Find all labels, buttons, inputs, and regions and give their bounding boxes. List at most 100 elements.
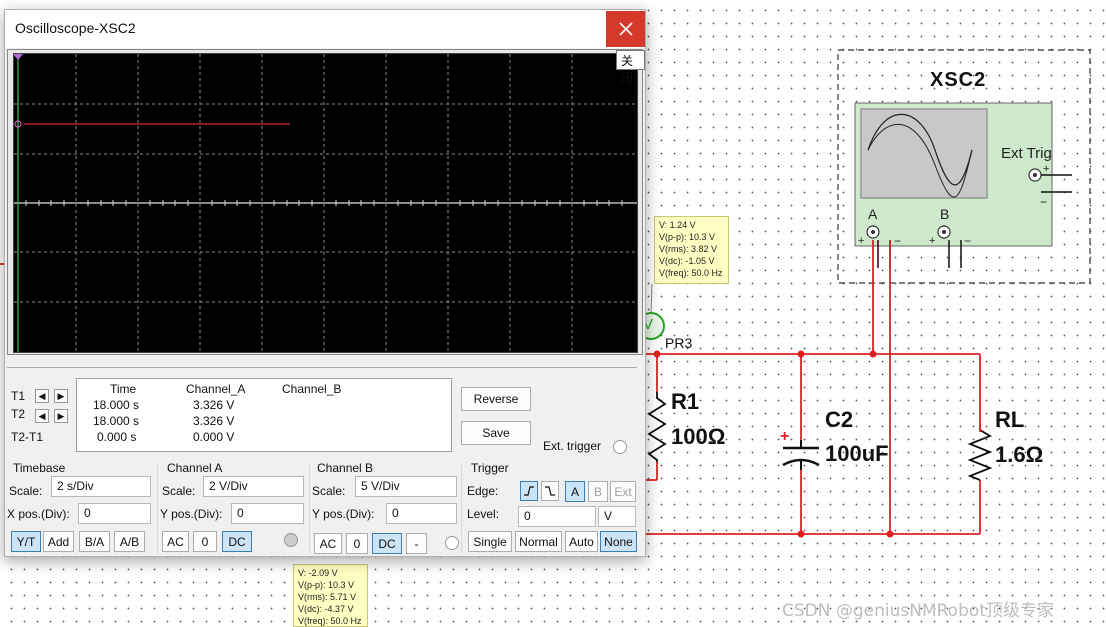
probe-top-line: V(dc): -1.05 V: [659, 256, 715, 266]
t1-left-button[interactable]: ◀: [35, 389, 49, 403]
channel-a-zero-button[interactable]: 0: [193, 531, 217, 552]
trigger-auto-button[interactable]: Auto: [565, 531, 598, 552]
probe-pr3-label: PR3: [665, 335, 693, 351]
t1-right-button[interactable]: ▶: [54, 389, 68, 403]
window-titlebar[interactable]: Oscilloscope-XSC2: [5, 10, 645, 48]
readout-t1-channel-a: 3.326 V: [193, 398, 235, 412]
channel-b-scale-field[interactable]: 5 V/Div: [355, 476, 457, 497]
window-title: Oscilloscope-XSC2: [15, 20, 136, 36]
channel-b-minus-button[interactable]: -: [406, 533, 427, 554]
close-icon: [618, 22, 633, 36]
scope-grid: [13, 54, 637, 352]
falling-edge-button[interactable]: [541, 481, 559, 501]
trigger-source-a-button[interactable]: A: [565, 481, 585, 502]
channel-b-plus: +: [929, 235, 935, 247]
watermark: CSDN @geniusNMRobot顶级专家: [782, 601, 1054, 621]
trigger-normal-button[interactable]: Normal: [515, 531, 562, 552]
trigger-title: Trigger: [471, 461, 509, 475]
timebase-xpos-label: X pos.(Div):: [7, 507, 70, 521]
instrument-channel-b-label: B: [940, 206, 950, 222]
ext-trig-terminal-dot: [1033, 173, 1037, 177]
probe-top-line: V(p-p): 10.3 V: [659, 232, 716, 242]
c2-name-label: C2: [825, 407, 854, 432]
group-separator: [157, 464, 158, 554]
trigger-level-field[interactable]: 0: [518, 506, 596, 527]
channel-a-scale-field[interactable]: 2 V/Div: [203, 476, 304, 497]
trigger-source-ext-button[interactable]: Ext: [610, 481, 636, 502]
probe-top-line: V: 1.24 V: [659, 220, 696, 230]
ext-trig-plus: +: [1043, 163, 1049, 175]
mode-yt-button[interactable]: Y/T: [11, 531, 41, 552]
r1-value-label: 100Ω: [671, 424, 726, 449]
scope-screen[interactable]: [13, 53, 638, 353]
channel-a-title: Channel A: [167, 461, 223, 475]
cursor-readout-table: Time Channel_A Channel_B 18.000 s 3.326 …: [76, 378, 452, 452]
trigger-source-b-button[interactable]: B: [588, 481, 608, 502]
probe-bottom-line: V(dc): -4.37 V: [298, 604, 354, 614]
channel-b-radio[interactable]: [445, 536, 459, 550]
readout-t2-channel-a: 3.326 V: [193, 414, 235, 428]
cursor-t1-marker[interactable]: [13, 54, 23, 60]
trigger-level-unit[interactable]: V: [598, 506, 636, 527]
readout-header-time: Time: [110, 382, 137, 396]
trigger-single-button[interactable]: Single: [468, 531, 512, 552]
channel-b-dc-button[interactable]: DC: [372, 533, 402, 554]
c2-polarity-plus: +: [780, 428, 789, 445]
channel-b-ac-button[interactable]: AC: [314, 533, 342, 554]
cursor-t1-label: T1: [11, 389, 26, 403]
channel-b-zero-button[interactable]: 0: [346, 533, 368, 554]
channel-b-title: Channel B: [317, 461, 374, 475]
trigger-none-button[interactable]: None: [600, 531, 637, 552]
reverse-button[interactable]: Reverse: [461, 387, 531, 411]
probe-bottom-line: V(rms): 5.71 V: [298, 592, 357, 602]
channel-a-ac-button[interactable]: AC: [162, 531, 189, 552]
mode-ab-button[interactable]: A/B: [114, 531, 145, 552]
channel-a-ypos-field[interactable]: 0: [231, 503, 304, 524]
rl-value-label: 1.6Ω: [995, 442, 1044, 467]
readout-header-channel-b: Channel_B: [282, 382, 342, 396]
readout-t2-time: 18.000 s: [93, 414, 140, 428]
t2-right-button[interactable]: ▶: [54, 409, 68, 423]
r1-name-label: R1: [671, 389, 700, 414]
close-button[interactable]: [606, 11, 645, 47]
readout-diff-time: 0.000 s: [97, 430, 137, 444]
timebase-scale-field[interactable]: 2 s/Div: [51, 476, 151, 497]
save-button[interactable]: Save: [461, 421, 531, 445]
readout-header-channel-a: Channel_A: [186, 382, 246, 396]
rl-name-label: RL: [995, 407, 1025, 432]
readout-t1-time: 18.000 s: [93, 398, 140, 412]
channel-a-plus: +: [858, 235, 864, 247]
probe-top-line: V(freq): 50.0 Hz: [659, 268, 723, 278]
probe-top-leader: [650, 283, 653, 314]
group-separator: [309, 464, 310, 554]
rising-edge-button[interactable]: [520, 481, 538, 501]
timebase-xpos-field[interactable]: 0: [78, 503, 151, 524]
readout-diff-channel-a: 0.000 V: [193, 430, 235, 444]
ext-trigger-label: Ext. trigger: [543, 439, 602, 453]
t2-left-button[interactable]: ◀: [35, 409, 49, 423]
channel-b-ypos-label: Y pos.(Div):: [312, 507, 375, 521]
channel-b-minus: −: [964, 234, 971, 248]
rl-resistor[interactable]: [967, 429, 993, 481]
probe-readout-top: V: 1.24 V V(p-p): 10.3 V V(rms): 3.82 V …: [654, 216, 729, 284]
r1-resistor[interactable]: [647, 392, 667, 462]
channel-a-scale-label: Scale:: [162, 484, 196, 498]
channel-a-dc-button[interactable]: DC: [222, 531, 252, 552]
rising-edge-icon: [524, 486, 534, 496]
ext-trigger-radio[interactable]: [613, 440, 627, 454]
channel-b-terminal-dot: [942, 230, 946, 234]
scope-screen-frame: [7, 49, 643, 355]
c2-value-label: 100uF: [825, 441, 889, 466]
close-tooltip: 关闭: [616, 50, 645, 85]
cursor-diff-label: T2-T1: [11, 430, 44, 444]
channel-b-scale-label: Scale:: [312, 484, 346, 498]
ext-trig-minus: −: [1040, 195, 1047, 209]
cursor-t2-label: T2: [11, 407, 26, 421]
mode-add-button[interactable]: Add: [43, 531, 74, 552]
channel-a-radio[interactable]: [284, 533, 298, 547]
channel-b-ypos-field[interactable]: 0: [386, 503, 457, 524]
mode-ba-button[interactable]: B/A: [79, 531, 110, 552]
horizontal-scrollbar[interactable]: [7, 358, 637, 368]
channel-a-terminal-dot: [871, 230, 875, 234]
ext-trig-label: Ext Trig: [1001, 145, 1052, 162]
